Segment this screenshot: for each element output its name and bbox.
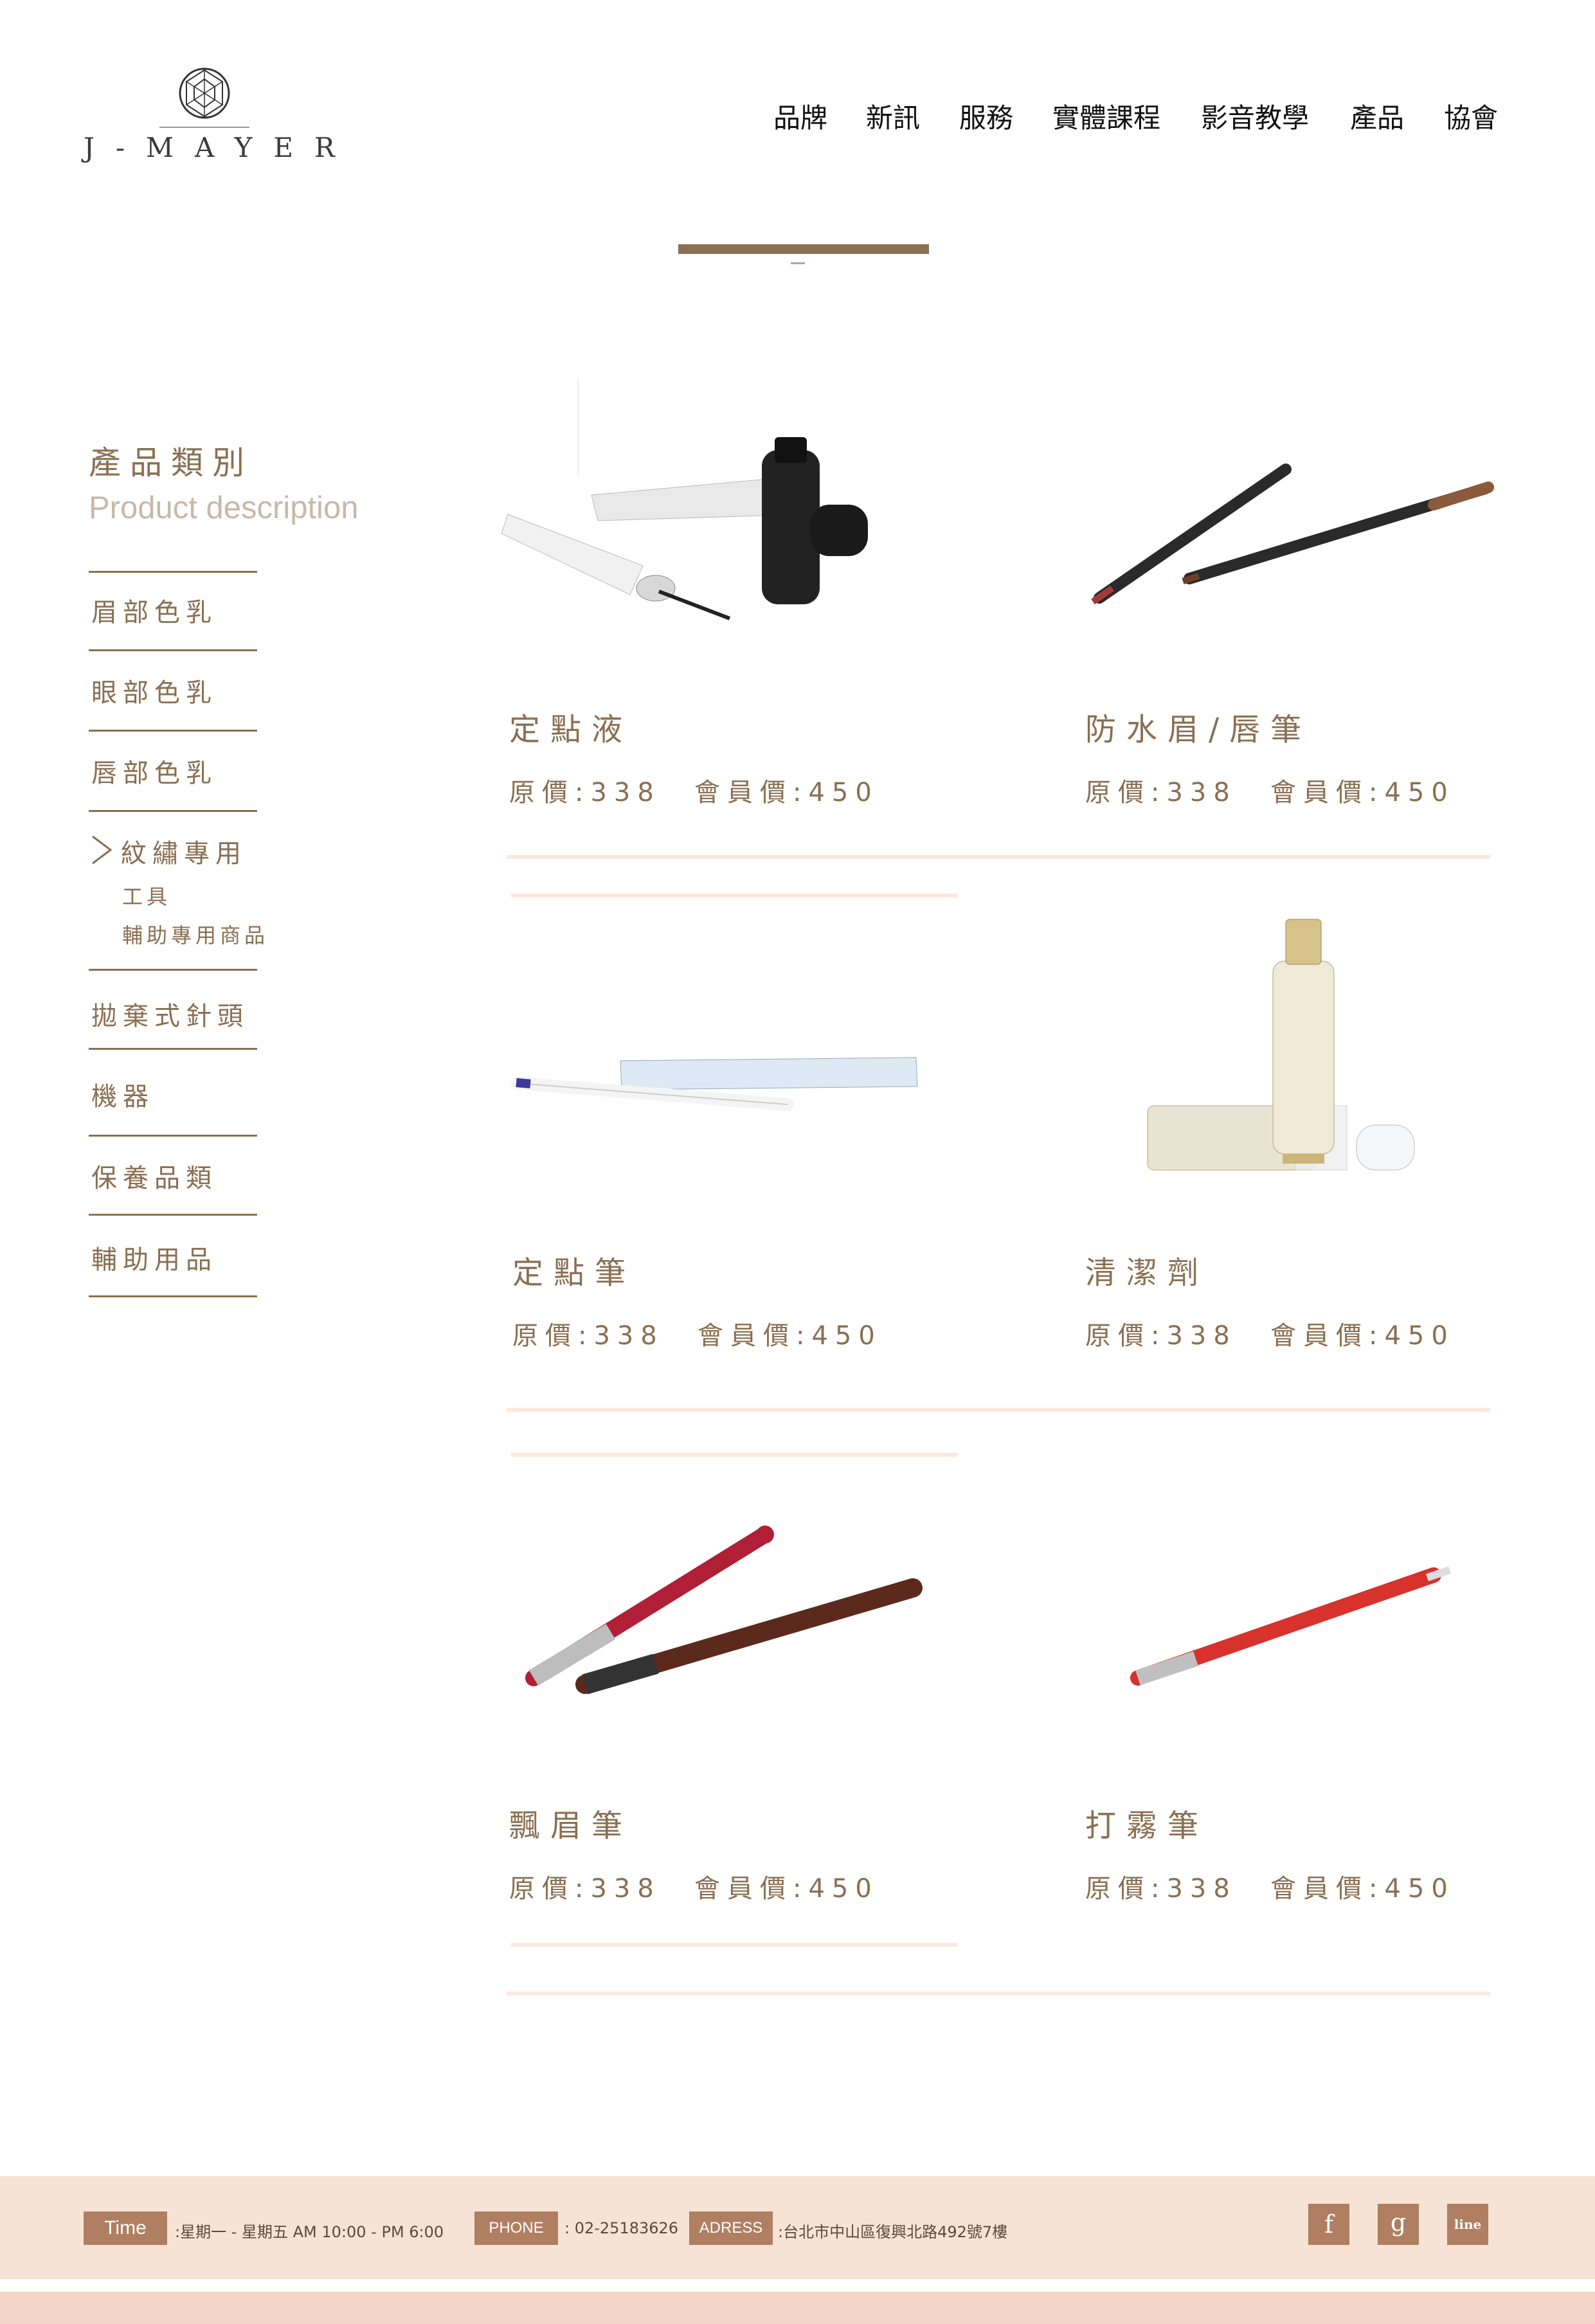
product-price: 原價:338: [512, 1321, 664, 1351]
product-member-price: 會員價:450: [1270, 1321, 1455, 1351]
footer-phone-value[interactable]: : 02-25183626: [564, 2219, 678, 2237]
footer-time-tag: Time: [84, 2211, 167, 2245]
logo-text: J-MAYER: [84, 132, 356, 163]
product-name[interactable]: 定點液: [509, 704, 633, 749]
sidebar-subtitle: Product description: [89, 491, 359, 525]
section-title-dash: [791, 262, 805, 264]
sidebar-divider: [89, 730, 257, 732]
card-divider: [511, 894, 958, 897]
sidebar-item-eye[interactable]: 眼部色乳: [91, 672, 217, 709]
section-title-bar: [678, 244, 929, 254]
product-member-price: 會員價:450: [698, 1321, 882, 1351]
product-price: 原價:338: [1085, 1321, 1237, 1351]
row-divider: [507, 1992, 1490, 1995]
sidebar-item-machines[interactable]: 機器: [91, 1076, 154, 1113]
nav-courses[interactable]: 實體課程: [1052, 96, 1160, 136]
nav-news[interactable]: 新訊: [866, 96, 920, 136]
footer-phone-tag: PHONE: [474, 2211, 558, 2245]
card-divider: [511, 1453, 958, 1457]
product-member-price: 會員價:450: [1270, 1874, 1455, 1904]
sidebar-item-supplies[interactable]: 輔助用品: [91, 1239, 217, 1276]
sidebar-item-needles[interactable]: 拋棄式針頭: [91, 995, 249, 1032]
product-name[interactable]: 定點筆: [512, 1247, 636, 1292]
nav-services[interactable]: 服務: [959, 96, 1013, 136]
facebook-icon[interactable]: f: [1308, 2204, 1349, 2245]
product-price: 原價:338: [1085, 778, 1237, 807]
product-member-price: 會員價:450: [694, 778, 879, 807]
footer-bottom-band: [0, 2292, 1595, 2324]
sidebar-divider: [89, 1214, 257, 1216]
product-name[interactable]: 清潔劑: [1085, 1247, 1209, 1292]
sidebar-divider: [89, 969, 257, 971]
sidebar-item-brow[interactable]: 眉部色乳: [91, 591, 217, 629]
row-divider: [507, 855, 1490, 859]
nav-products[interactable]: 產品: [1350, 96, 1404, 136]
sidebar-divider: [89, 1135, 257, 1137]
sidebar-subitem-tools[interactable]: 工具: [122, 881, 171, 910]
nav-association[interactable]: 協會: [1444, 96, 1498, 136]
logo-gem-icon: [179, 68, 230, 119]
google-icon[interactable]: g: [1378, 2204, 1419, 2245]
product-price: 原價:338: [1085, 1874, 1237, 1904]
sidebar-subitem-aux[interactable]: 輔助專用商品: [122, 919, 269, 949]
line-icon[interactable]: line: [1447, 2204, 1488, 2245]
product-member-price: 會員價:450: [1270, 778, 1455, 807]
product-image-dot-liquid[interactable]: [501, 437, 926, 643]
product-image-mist-pen[interactable]: [1125, 1556, 1459, 1697]
sidebar-divider: [89, 649, 257, 651]
footer-address-tag: ADRESS: [689, 2211, 773, 2245]
footer-address-value: :台北市中山區復興北路492號7樓: [778, 2223, 1008, 2241]
logo-divider: [159, 127, 249, 128]
sidebar-divider: [89, 1295, 257, 1297]
product-price: 原價:338: [509, 1874, 661, 1904]
card-divider: [511, 1943, 958, 1947]
product-name[interactable]: 飄眉筆: [509, 1800, 633, 1845]
sidebar-divider: [89, 571, 257, 573]
sidebar-item-tattoo[interactable]: 紋繡專用: [121, 833, 247, 870]
chevron-right-icon: [92, 835, 113, 865]
sidebar-title: 產品類別: [89, 444, 253, 482]
nav-video[interactable]: 影音教學: [1201, 96, 1309, 136]
product-name[interactable]: 防水眉/唇筆: [1085, 704, 1311, 749]
logo[interactable]: J-MAYER: [84, 61, 335, 170]
sidebar-divider: [89, 1048, 257, 1050]
product-image-brow-pen[interactable]: [514, 1524, 926, 1704]
product-price: 原價:338: [509, 778, 661, 807]
product-name[interactable]: 打霧筆: [1085, 1800, 1209, 1845]
footer-time-value: :星期一 - 星期五 AM 10:00 - PM 6:00: [175, 2223, 444, 2241]
sidebar-item-care[interactable]: 保養品類: [91, 1157, 217, 1194]
product-image-waterproof-pencil[interactable]: [1086, 450, 1498, 617]
row-divider: [507, 1408, 1490, 1412]
product-member-price: 會員價:450: [694, 1874, 879, 1904]
product-image-dot-pen[interactable]: [511, 1048, 923, 1119]
nav-brand[interactable]: 品牌: [773, 96, 827, 136]
product-image-cleanser[interactable]: [1135, 913, 1443, 1183]
sidebar-item-lip[interactable]: 唇部色乳: [91, 752, 217, 789]
sidebar-divider: [89, 810, 257, 812]
